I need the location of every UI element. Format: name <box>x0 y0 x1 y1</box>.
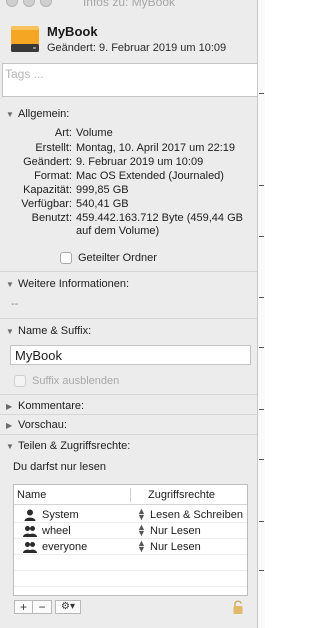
column-separator <box>130 488 131 502</box>
info-value: 999,85 GB <box>76 184 129 196</box>
table-row[interactable]: System ▲ ▼ Lesen & Schreiben <box>14 507 247 523</box>
background-window-edge <box>258 0 265 628</box>
text-fragment <box>259 93 264 94</box>
user-name: System <box>42 509 79 521</box>
divider <box>0 318 257 319</box>
table-header: Name Zugriffsrechte <box>14 485 247 505</box>
privilege-value[interactable]: Lesen & Schreiben <box>150 509 246 521</box>
disclosure-open-icon[interactable]: ▼ <box>6 280 18 289</box>
info-value: Mac OS Extended (Journaled) <box>76 170 224 182</box>
info-key: Format: <box>34 170 72 182</box>
name-field[interactable] <box>10 345 251 365</box>
divider <box>0 271 257 272</box>
section-preview-title: Vorschau: <box>18 419 67 431</box>
divider <box>0 394 257 395</box>
tags-field[interactable] <box>2 63 257 97</box>
lock-icon[interactable] <box>232 599 244 615</box>
shared-folder-label: Geteilter Ordner <box>78 252 157 264</box>
info-value: Volume <box>76 127 113 139</box>
permissions-table: Name Zugriffsrechte System ▲ ▼ Lesen & Sc… <box>13 484 248 596</box>
info-key: Kapazität: <box>23 184 72 196</box>
empty-row <box>14 555 247 571</box>
section-preview[interactable]: ▶ Vorschau: <box>6 419 67 431</box>
section-comments-title: Kommentare: <box>18 400 85 412</box>
disclosure-closed-icon[interactable]: ▶ <box>6 421 18 430</box>
group-icon <box>23 526 37 537</box>
hide-extension-label: Suffix ausblenden <box>32 375 120 387</box>
info-key: Benutzt: <box>31 212 72 224</box>
text-fragment <box>259 570 264 571</box>
info-key: Erstellt: <box>35 142 72 154</box>
table-row[interactable]: everyone ▲ ▼ Nur Lesen <box>14 539 247 555</box>
divider <box>0 414 257 415</box>
privilege-value[interactable]: Nur Lesen <box>150 525 246 537</box>
info-window: Infos zu: MyBook MyBook Geändert: 9. Feb… <box>0 0 258 628</box>
section-more-info-title: Weitere Informationen: <box>18 278 130 290</box>
privilege-stepper-icon[interactable]: ▲ ▼ <box>137 507 146 522</box>
title-bar: Infos zu: MyBook <box>0 0 257 12</box>
info-key: Art: <box>54 127 72 139</box>
section-general-title: Allgemein: <box>18 108 70 120</box>
section-sharing[interactable]: ▼ Teilen & Zugriffsrechte: <box>6 440 130 452</box>
section-general[interactable]: ▼ Allgemein: <box>6 108 69 120</box>
group-icon <box>23 542 37 553</box>
section-comments[interactable]: ▶ Kommentare: <box>6 400 84 412</box>
disclosure-closed-icon[interactable]: ▶ <box>6 402 18 411</box>
text-fragment <box>259 347 264 348</box>
text-fragment <box>259 236 264 237</box>
empty-row <box>14 571 247 587</box>
divider <box>0 434 257 435</box>
text-fragment <box>259 297 264 298</box>
text-fragment <box>259 409 264 410</box>
user-name: everyone <box>42 541 88 553</box>
tags-input[interactable] <box>3 64 257 84</box>
privilege-value[interactable]: Nur Lesen <box>150 541 246 553</box>
disclosure-open-icon[interactable]: ▼ <box>6 442 18 451</box>
permission-note: Du darfst nur lesen <box>13 461 106 473</box>
table-row[interactable]: wheel ▲ ▼ Nur Lesen <box>14 523 247 539</box>
external-drive-icon <box>11 26 39 52</box>
disclosure-open-icon[interactable]: ▼ <box>6 327 18 336</box>
name-input[interactable] <box>11 346 250 364</box>
window-title: Infos zu: MyBook <box>82 0 176 9</box>
text-fragment <box>259 521 264 522</box>
user-name: wheel <box>42 525 71 537</box>
checkbox[interactable] <box>60 252 72 264</box>
checkbox <box>14 375 26 387</box>
volume-name: MyBook <box>47 24 98 39</box>
action-menu-button[interactable]: ⚙▾ <box>55 600 81 614</box>
add-user-button[interactable]: + <box>14 600 33 614</box>
info-value: 540,41 GB <box>76 198 129 210</box>
info-value: 459.442.163.712 Byte (459,44 GB auf dem … <box>76 212 243 237</box>
info-value: Montag, 10. April 2017 um 22:19 <box>76 142 235 154</box>
disclosure-open-icon[interactable]: ▼ <box>6 110 18 119</box>
modified-date: Geändert: 9. Februar 2019 um 10:09 <box>47 42 227 54</box>
hide-extension-checkbox: Suffix ausblenden <box>14 375 119 387</box>
user-icon <box>24 509 36 521</box>
section-sharing-title: Teilen & Zugriffsrechte: <box>18 440 131 452</box>
privilege-stepper-icon[interactable]: ▲ ▼ <box>137 523 146 538</box>
text-fragment <box>259 459 264 460</box>
more-info-value: -- <box>11 298 19 310</box>
section-name-extension-title: Name & Suffix: <box>18 325 92 337</box>
permissions-toolbar: + − ⚙▾ <box>14 600 81 614</box>
section-more-info[interactable]: ▼ Weitere Informationen: <box>6 278 129 290</box>
shared-folder-checkbox[interactable]: Geteilter Ordner <box>60 252 157 264</box>
column-header-privilege[interactable]: Zugriffsrechte <box>148 489 215 501</box>
info-key: Geändert: <box>23 156 72 168</box>
privilege-stepper-icon[interactable]: ▲ ▼ <box>137 539 146 554</box>
info-key: Verfügbar: <box>21 198 72 210</box>
info-header: MyBook Geändert: 9. Februar 2019 um 10:0… <box>0 16 257 62</box>
column-header-name[interactable]: Name <box>17 489 46 501</box>
info-value: 9. Februar 2019 um 10:09 <box>76 156 204 168</box>
remove-user-button[interactable]: − <box>33 600 52 614</box>
text-fragment <box>259 185 264 186</box>
section-name-extension[interactable]: ▼ Name & Suffix: <box>6 325 91 337</box>
